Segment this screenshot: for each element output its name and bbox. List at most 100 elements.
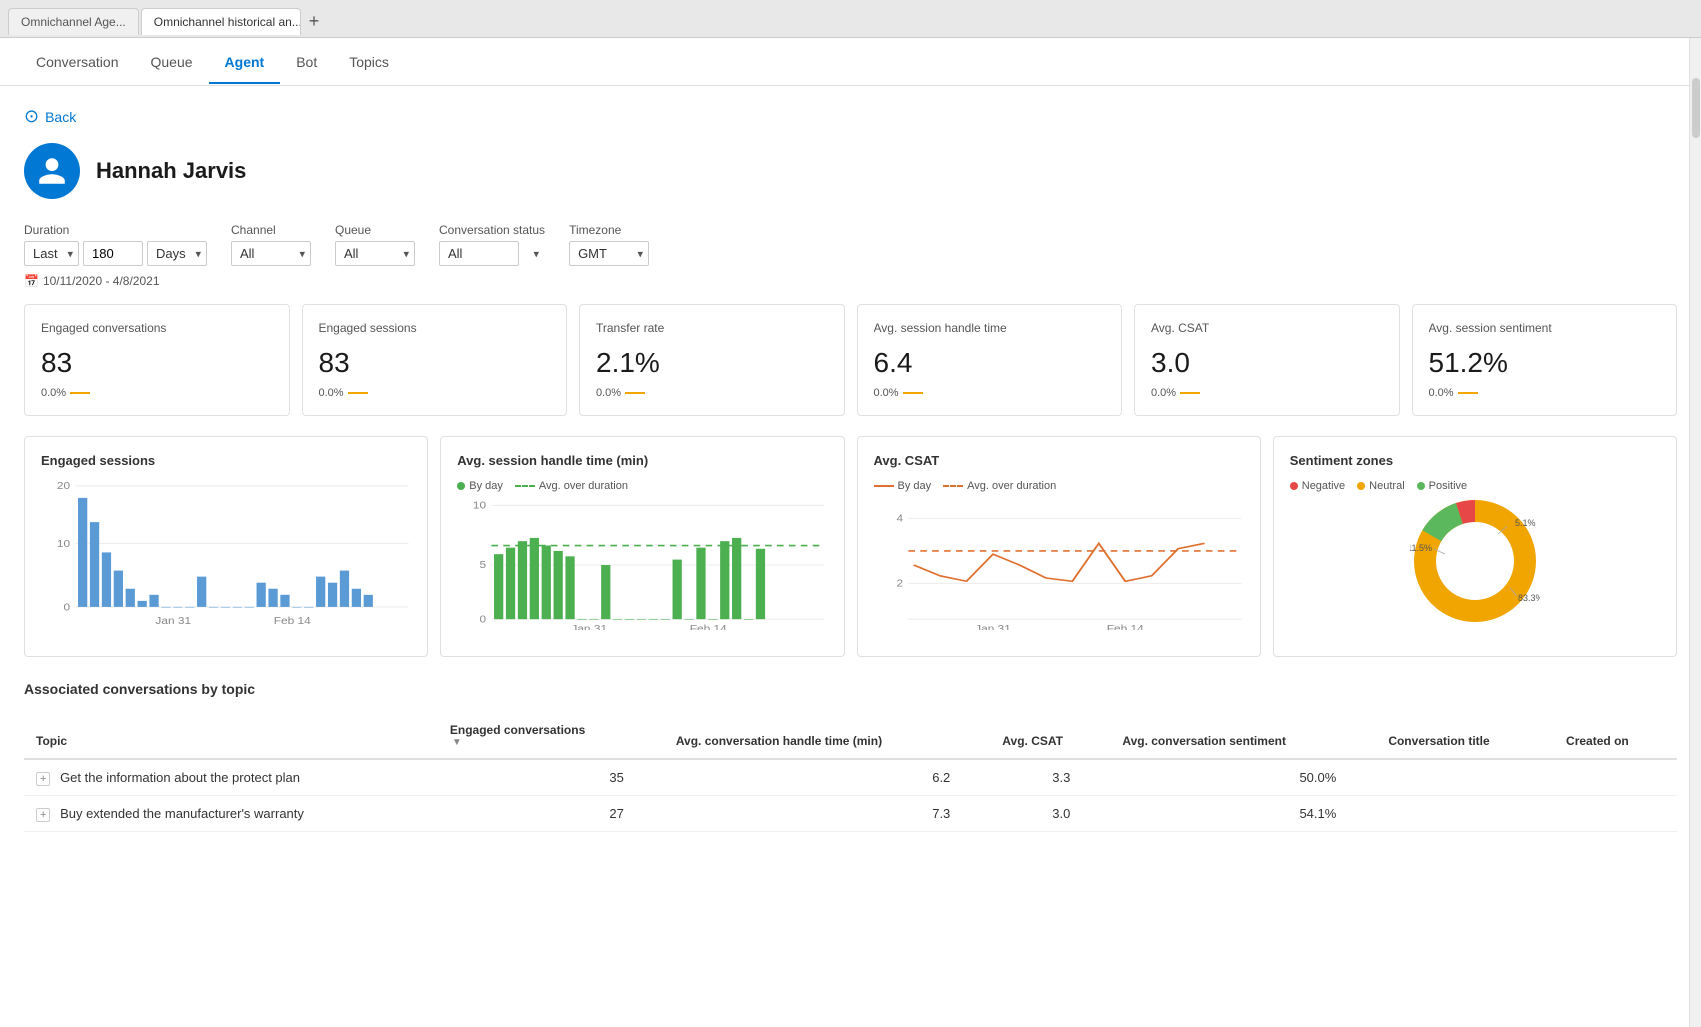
col-topic: Topic bbox=[24, 713, 438, 759]
green-dot bbox=[457, 482, 465, 490]
svg-text:0: 0 bbox=[480, 614, 487, 625]
nav-topics[interactable]: Topics bbox=[333, 40, 405, 84]
kpi-transfer-rate-title: Transfer rate bbox=[596, 321, 828, 335]
kpi-transfer-rate-change: 0.0% bbox=[596, 387, 621, 399]
browser-tab-2[interactable]: Omnichannel historical an... ✕ bbox=[141, 8, 301, 35]
svg-text:5: 5 bbox=[480, 560, 487, 571]
table-section: Associated conversations by topic Topic … bbox=[24, 681, 1677, 832]
nav-agent[interactable]: Agent bbox=[209, 40, 281, 84]
csat-chart-svg: 4 2 Jan 31 Feb 14 bbox=[874, 500, 1244, 630]
scrollbar-thumb[interactable] bbox=[1692, 78, 1700, 138]
channel-label: Channel bbox=[231, 223, 311, 237]
cell-avg-handle-time: 6.2 bbox=[664, 759, 990, 796]
channel-filter: Channel All bbox=[231, 223, 311, 266]
nav-queue[interactable]: Queue bbox=[135, 40, 209, 84]
svg-text:10: 10 bbox=[473, 501, 486, 512]
col-avg-handle-time: Avg. conversation handle time (min) bbox=[664, 713, 990, 759]
browser-tab-1[interactable]: Omnichannel Age... bbox=[8, 8, 139, 35]
negative-dot bbox=[1290, 482, 1298, 490]
kpi-avg-sentiment-footer: 0.0% bbox=[1429, 387, 1661, 399]
table-row: + Get the information about the protect … bbox=[24, 759, 1677, 796]
duration-select[interactable]: Last bbox=[24, 241, 79, 266]
svg-text:2: 2 bbox=[896, 579, 903, 590]
conversation-status-select[interactable]: All bbox=[439, 241, 519, 266]
sentiment-legend: Negative Neutral Positive bbox=[1290, 480, 1660, 492]
cell-avg-csat: 3.0 bbox=[990, 796, 1110, 832]
negative-label: Negative bbox=[1302, 480, 1345, 492]
kpi-engaged-sessions-title: Engaged sessions bbox=[319, 321, 551, 335]
queue-filter: Queue All bbox=[335, 223, 415, 266]
add-tab-button[interactable]: + bbox=[303, 11, 326, 32]
avg-csat-legend: By day Avg. over duration bbox=[874, 480, 1244, 492]
duration-unit-select[interactable]: Days bbox=[147, 241, 207, 266]
kpi-row: Engaged conversations 83 0.0% Engaged se… bbox=[24, 304, 1677, 416]
donut-container: 5.1% 11.5% 83.3% bbox=[1290, 496, 1660, 626]
expand-icon[interactable]: + bbox=[36, 808, 50, 822]
donut-svg: 5.1% 11.5% 83.3% bbox=[1410, 496, 1540, 626]
sentiment-zones-chart: Sentiment zones Negative Neutral Positiv… bbox=[1273, 436, 1677, 657]
avg-session-handle-time-title: Avg. session handle time (min) bbox=[457, 453, 827, 468]
back-button[interactable]: ⊙ Back bbox=[24, 106, 76, 127]
trend-line bbox=[70, 392, 90, 394]
conversation-status-label: Conversation status bbox=[439, 223, 545, 237]
nav-bar: Conversation Queue Agent Bot Topics bbox=[0, 38, 1701, 86]
cell-avg-handle-time: 7.3 bbox=[664, 796, 990, 832]
trend-line-6 bbox=[1458, 392, 1478, 394]
avatar bbox=[24, 143, 80, 199]
engaged-sessions-chart-area: 20 10 0 bbox=[41, 480, 411, 640]
timezone-wrapper: GMT bbox=[569, 241, 649, 266]
kpi-avg-csat: Avg. CSAT 3.0 0.0% bbox=[1134, 304, 1400, 416]
kpi-engaged-conversations-footer: 0.0% bbox=[41, 387, 273, 399]
kpi-engaged-sessions: Engaged sessions 83 0.0% bbox=[302, 304, 568, 416]
back-icon: ⊙ bbox=[24, 106, 39, 127]
csat-legend-by-day-label: By day bbox=[898, 480, 932, 492]
col-avg-sentiment: Avg. conversation sentiment bbox=[1110, 713, 1376, 759]
cell-topic: + Buy extended the manufacturer's warran… bbox=[24, 796, 438, 832]
expand-icon[interactable]: + bbox=[36, 772, 50, 786]
cell-conversation-title bbox=[1376, 759, 1554, 796]
kpi-avg-handle-time-value: 6.4 bbox=[874, 347, 1106, 379]
cell-created-on bbox=[1554, 759, 1677, 796]
kpi-engaged-sessions-footer: 0.0% bbox=[319, 387, 551, 399]
filters-row: Duration Last Days Channel All bbox=[24, 223, 1677, 266]
kpi-avg-csat-title: Avg. CSAT bbox=[1151, 321, 1383, 335]
queue-label: Queue bbox=[335, 223, 415, 237]
svg-text:0: 0 bbox=[63, 602, 70, 613]
conversation-status-filter: Conversation status All bbox=[439, 223, 545, 266]
browser-tabs: Omnichannel Age... Omnichannel historica… bbox=[0, 0, 1701, 38]
table-row: + Buy extended the manufacturer's warran… bbox=[24, 796, 1677, 832]
nav-bot[interactable]: Bot bbox=[280, 40, 333, 84]
kpi-avg-sentiment-value: 51.2% bbox=[1429, 347, 1661, 379]
nav-conversation[interactable]: Conversation bbox=[20, 40, 135, 84]
cell-engaged-conversations: 27 bbox=[438, 796, 664, 832]
scrollbar-track[interactable] bbox=[1689, 38, 1701, 1027]
svg-text:Feb 14: Feb 14 bbox=[274, 616, 311, 627]
kpi-avg-sentiment: Avg. session sentiment 51.2% 0.0% bbox=[1412, 304, 1678, 416]
engaged-sessions-chart-title: Engaged sessions bbox=[41, 453, 411, 468]
kpi-avg-csat-footer: 0.0% bbox=[1151, 387, 1383, 399]
kpi-transfer-rate-value: 2.1% bbox=[596, 347, 828, 379]
data-table: Topic Engaged conversations ▼ Avg. conve… bbox=[24, 713, 1677, 832]
csat-legend-by-day: By day bbox=[874, 480, 932, 492]
queue-select[interactable]: All bbox=[335, 241, 415, 266]
kpi-avg-sentiment-change: 0.0% bbox=[1429, 387, 1454, 399]
svg-text:Feb 14: Feb 14 bbox=[1106, 624, 1143, 630]
bar-chart-svg: 20 10 0 bbox=[41, 480, 411, 630]
avg-csat-chart: Avg. CSAT By day Avg. over duration 4 2 bbox=[857, 436, 1261, 657]
positive-dot bbox=[1417, 482, 1425, 490]
timezone-select[interactable]: GMT bbox=[569, 241, 649, 266]
topic-text: Get the information about the protect pl… bbox=[60, 770, 300, 785]
legend-avg-label: Avg. over duration bbox=[539, 480, 628, 492]
trend-line-4 bbox=[903, 392, 923, 394]
duration-value-input[interactable] bbox=[83, 241, 143, 266]
kpi-avg-handle-time: Avg. session handle time 6.4 0.0% bbox=[857, 304, 1123, 416]
kpi-avg-handle-time-change: 0.0% bbox=[874, 387, 899, 399]
positive-label: Positive bbox=[1429, 480, 1468, 492]
positive-legend: Positive bbox=[1417, 480, 1468, 492]
col-engaged-conversations[interactable]: Engaged conversations ▼ bbox=[438, 713, 664, 759]
channel-select[interactable]: All bbox=[231, 241, 311, 266]
kpi-avg-csat-value: 3.0 bbox=[1151, 347, 1383, 379]
cell-topic: + Get the information about the protect … bbox=[24, 759, 438, 796]
orange-dash-line bbox=[943, 485, 963, 487]
agent-header: Hannah Jarvis bbox=[24, 143, 1677, 199]
